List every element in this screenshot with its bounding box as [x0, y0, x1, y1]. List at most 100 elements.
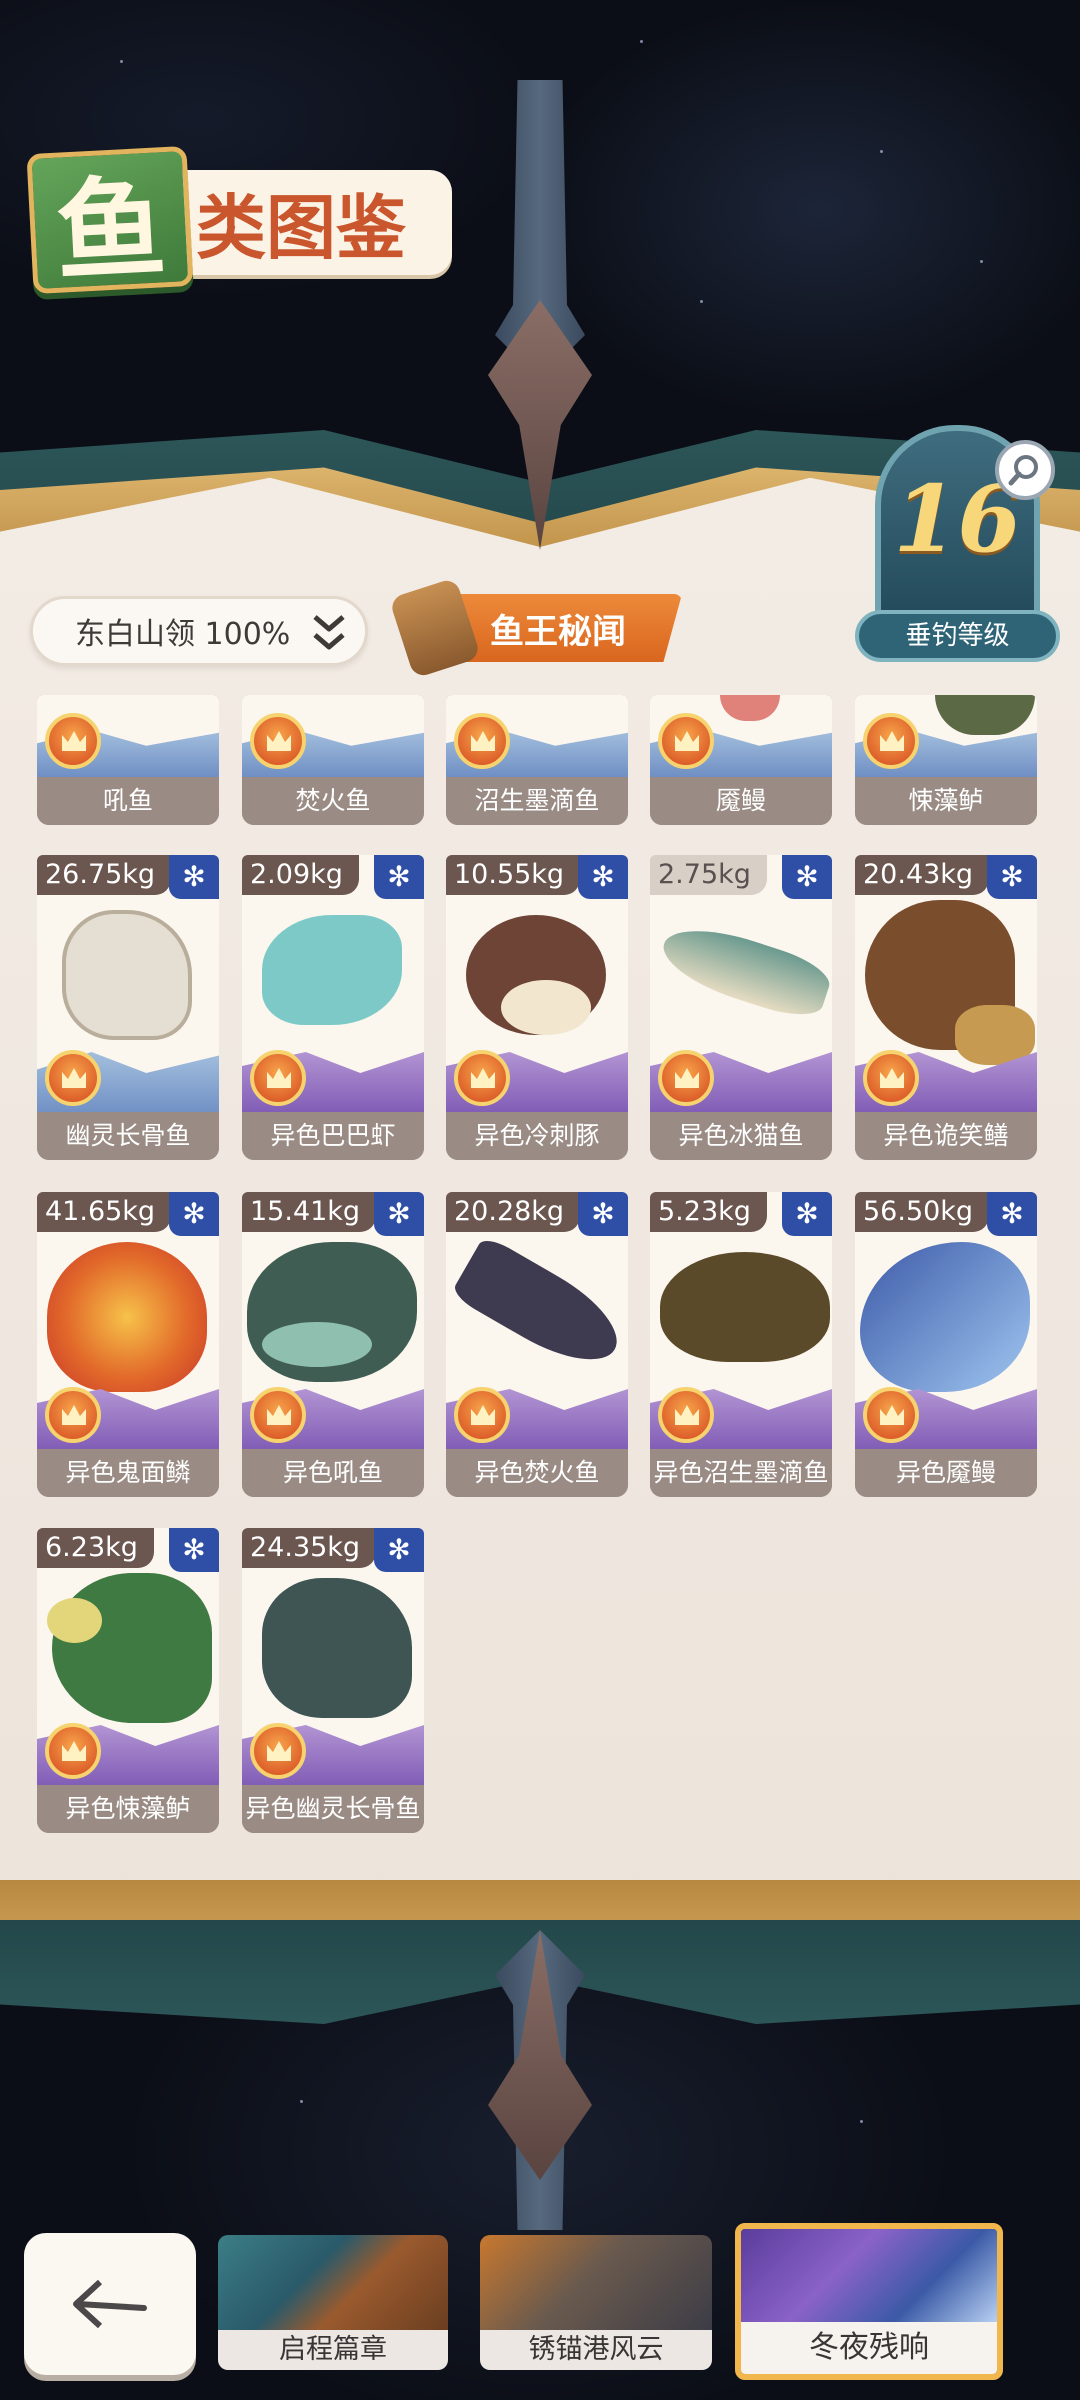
fish-weight: 15.41kg	[242, 1192, 377, 1232]
crown-icon	[45, 1050, 101, 1106]
star-icon: ✻	[987, 855, 1037, 899]
fish-card[interactable]: 10.55kg ✻ 异色冷刺豚	[446, 855, 628, 1160]
fish-card[interactable]: 吼鱼	[37, 695, 219, 825]
fish-king-legend-button[interactable]: 鱼王秘闻	[388, 577, 688, 679]
fish-image	[262, 1578, 412, 1718]
star-icon: ✻	[374, 1192, 424, 1236]
crown-icon	[250, 713, 306, 769]
star-icon: ✻	[987, 1192, 1037, 1236]
chapter-thumbnail	[480, 2235, 712, 2330]
fish-weight: 2.75kg	[650, 855, 767, 895]
crown-icon	[45, 713, 101, 769]
title-glyph: 鱼	[26, 145, 194, 297]
fish-name: 幽灵长骨鱼	[37, 1112, 219, 1160]
chapter-label: 冬夜残响	[741, 2322, 997, 2374]
star-icon: ✻	[782, 1192, 832, 1236]
chapter-tab-2[interactable]: 锈锚港风云	[480, 2235, 712, 2370]
fish-card[interactable]: 2.75kg ✻ 异色冰猫鱼	[650, 855, 832, 1160]
fish-card[interactable]: 焚火鱼	[242, 695, 424, 825]
fish-name: 魇鳗	[650, 777, 832, 825]
fish-card[interactable]: 24.35kg ✻ 异色幽灵长骨鱼	[242, 1528, 424, 1833]
fish-name: 异色幽灵长骨鱼	[242, 1785, 424, 1833]
fish-name: 异色吼鱼	[242, 1449, 424, 1497]
crown-icon	[863, 713, 919, 769]
background-star	[300, 2100, 303, 2103]
fish-card[interactable]: 41.65kg ✻ 异色鬼面鳞	[37, 1192, 219, 1497]
star-icon: ✻	[374, 855, 424, 899]
background-star	[120, 60, 123, 63]
fish-card[interactable]: 5.23kg ✻ 异色沼生墨滴鱼	[650, 1192, 832, 1497]
star-icon: ✻	[374, 1528, 424, 1572]
crown-icon	[45, 1387, 101, 1443]
region-label: 东白山领 100%	[75, 617, 291, 652]
fish-weight: 26.75kg	[37, 855, 172, 895]
star-icon: ✻	[169, 1528, 219, 1572]
star-icon: ✻	[578, 855, 628, 899]
fish-card[interactable]: 20.28kg ✻ 异色焚火鱼	[446, 1192, 628, 1497]
crown-icon	[454, 1050, 510, 1106]
crown-icon	[250, 1723, 306, 1779]
background-star	[640, 40, 643, 43]
fish-image	[62, 910, 192, 1040]
crown-icon	[658, 713, 714, 769]
chapter-label: 锈锚港风云	[480, 2330, 712, 2370]
magnify-icon	[1008, 455, 1038, 486]
chapter-thumbnail	[741, 2229, 997, 2322]
fish-name: 异色巴巴虾	[242, 1112, 424, 1160]
fish-weight: 20.43kg	[855, 855, 990, 895]
fish-name: 异色魇鳗	[855, 1449, 1037, 1497]
fish-weight: 24.35kg	[242, 1528, 377, 1568]
region-selector[interactable]: 东白山领 100%	[30, 596, 368, 666]
fish-card[interactable]: 20.43kg ✻ 异色诡笑鳝	[855, 855, 1037, 1160]
crown-icon	[863, 1387, 919, 1443]
level-label: 垂钓等级	[855, 610, 1060, 662]
fish-card[interactable]: 魇鳗	[650, 695, 832, 825]
legend-button-label: 鱼王秘闻	[450, 594, 682, 662]
chevron-down-icon	[313, 615, 345, 650]
star-icon: ✻	[169, 1192, 219, 1236]
page-title: 类图鉴 鱼	[22, 145, 452, 297]
star-icon: ✻	[578, 1192, 628, 1236]
fish-name: 异色冷刺豚	[446, 1112, 628, 1160]
crown-icon	[454, 1387, 510, 1443]
fish-name: 悚藻鲈	[855, 777, 1037, 825]
fish-image	[52, 1573, 212, 1723]
fish-card[interactable]: 2.09kg ✻ 异色巴巴虾	[242, 855, 424, 1160]
fish-weight: 56.50kg	[855, 1192, 990, 1232]
fish-weight: 10.55kg	[446, 855, 581, 895]
chapter-tab-1[interactable]: 启程篇章	[218, 2235, 448, 2370]
title-text: 类图鉴	[172, 170, 452, 275]
fish-weight: 6.23kg	[37, 1528, 154, 1568]
fish-weight: 5.23kg	[650, 1192, 767, 1232]
chapter-tab-3[interactable]: 冬夜残响	[735, 2223, 1003, 2380]
chapter-label: 启程篇章	[218, 2330, 448, 2370]
fish-name: 异色冰猫鱼	[650, 1112, 832, 1160]
fish-name: 焚火鱼	[242, 777, 424, 825]
background-star	[880, 150, 883, 153]
scroll-icon	[388, 577, 482, 679]
zoom-button[interactable]	[995, 440, 1055, 500]
fish-card[interactable]: 56.50kg ✻ 异色魇鳗	[855, 1192, 1037, 1497]
fish-name: 异色悚藻鲈	[37, 1785, 219, 1833]
fish-name: 异色鬼面鳞	[37, 1449, 219, 1497]
fish-card[interactable]: 15.41kg ✻ 异色吼鱼	[242, 1192, 424, 1497]
fish-name: 异色沼生墨滴鱼	[650, 1449, 832, 1497]
crown-icon	[250, 1387, 306, 1443]
fish-name: 沼生墨滴鱼	[446, 777, 628, 825]
fish-card[interactable]: 悚藻鲈	[855, 695, 1037, 825]
background-star	[700, 300, 703, 303]
fish-name: 异色焚火鱼	[446, 1449, 628, 1497]
fish-card[interactable]: 沼生墨滴鱼	[446, 695, 628, 825]
crown-icon	[658, 1050, 714, 1106]
back-arrow-icon	[73, 2279, 147, 2329]
crown-icon	[250, 1050, 306, 1106]
fish-image	[660, 1252, 830, 1362]
crown-icon	[454, 713, 510, 769]
fish-card[interactable]: 6.23kg ✻ 异色悚藻鲈	[37, 1528, 219, 1833]
fish-card[interactable]: 26.75kg ✻ 幽灵长骨鱼	[37, 855, 219, 1160]
star-icon: ✻	[782, 855, 832, 899]
background-star	[980, 260, 983, 263]
fish-name: 吼鱼	[37, 777, 219, 825]
fish-image	[262, 915, 402, 1025]
back-button[interactable]	[24, 2233, 196, 2375]
